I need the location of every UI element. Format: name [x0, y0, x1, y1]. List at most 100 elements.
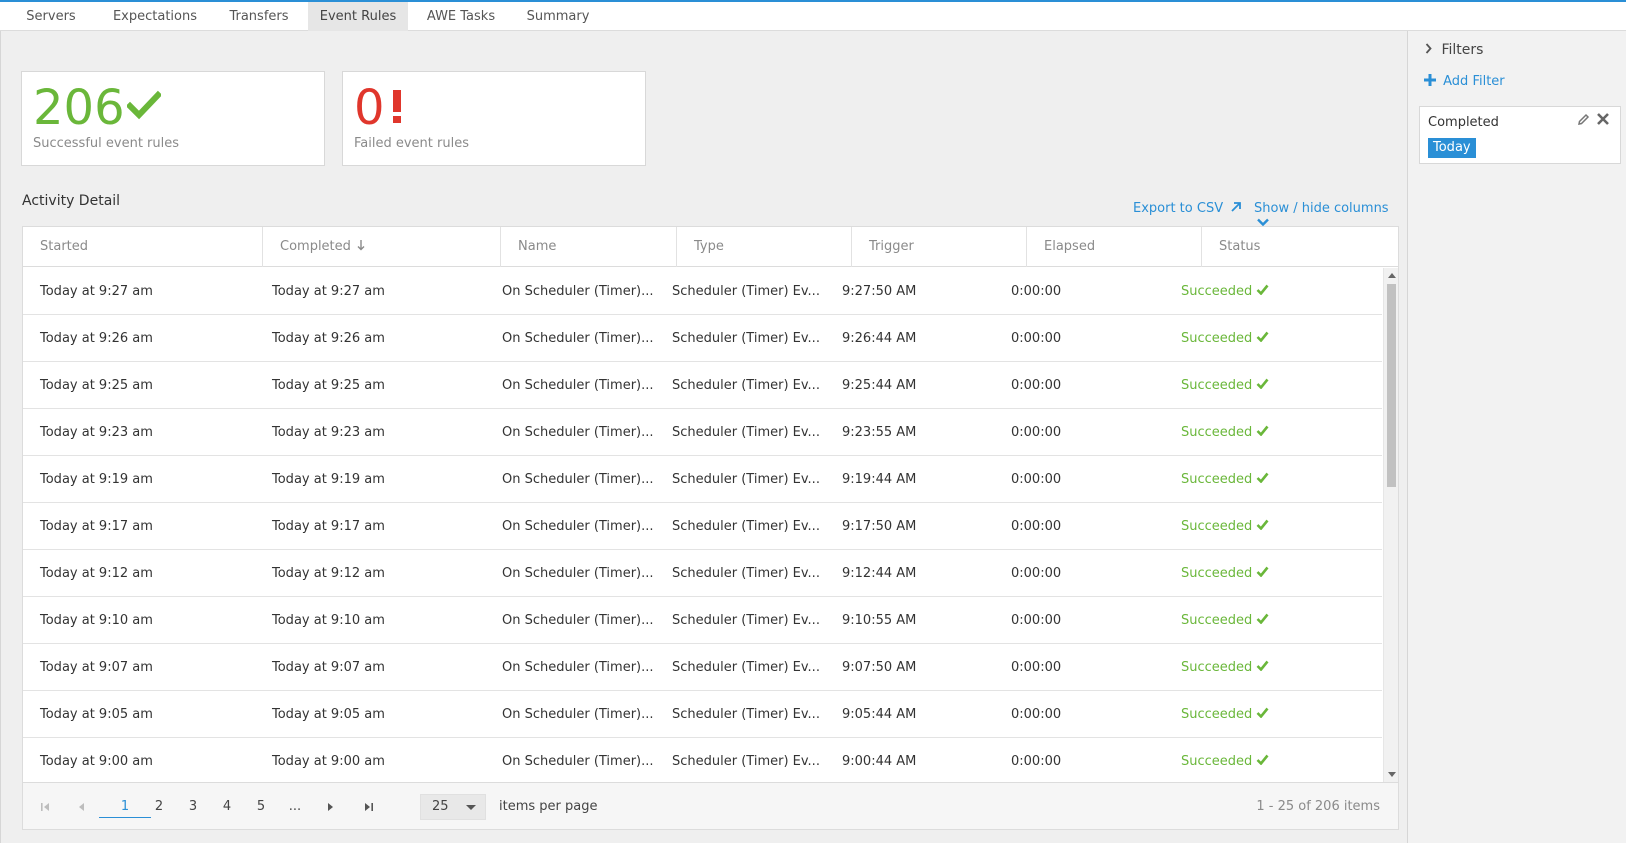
- check-icon: [1256, 378, 1269, 389]
- cell-name: On Scheduler (Timer)...: [502, 613, 654, 628]
- edit-filter-pencil-icon[interactable]: [1577, 113, 1590, 126]
- tab-summary[interactable]: Summary: [518, 2, 598, 31]
- tab-bar: Servers Expectations Transfers Event Rul…: [0, 2, 1626, 31]
- first-page-icon: [41, 803, 49, 811]
- show-hide-columns-label: Show / hide columns: [1254, 201, 1389, 216]
- table-row[interactable]: Today at 9:07 am Today at 9:07 am On Sched…: [23, 644, 1382, 691]
- status-label: Succeeded: [1181, 566, 1253, 581]
- column-header-elapsed[interactable]: Elapsed: [1026, 227, 1201, 267]
- table-row[interactable]: Today at 9:10 am Today at 9:10 am On Sched…: [23, 597, 1382, 644]
- cell-type: Scheduler (Timer) Ev...: [672, 613, 820, 628]
- cell-type: Scheduler (Timer) Ev...: [672, 566, 820, 581]
- cell-started: Today at 9:05 am: [40, 707, 153, 722]
- status-label: Succeeded: [1181, 284, 1253, 299]
- scroll-thumb[interactable]: [1387, 284, 1396, 487]
- next-page-icon: [328, 803, 333, 811]
- cell-elapsed: 0:00:00: [1011, 660, 1062, 675]
- check-icon: [1256, 613, 1269, 624]
- cell-elapsed: 0:00:00: [1011, 754, 1062, 769]
- tab-servers[interactable]: Servers: [14, 2, 88, 31]
- previous-page-button[interactable]: [69, 783, 93, 830]
- table-row[interactable]: Today at 9:00 am Today at 9:00 am On Sched…: [23, 738, 1382, 782]
- cell-completed: Today at 9:19 am: [272, 472, 385, 487]
- column-header-type[interactable]: Type: [676, 227, 851, 267]
- page-size-select[interactable]: 25: [420, 794, 486, 820]
- cell-type: Scheduler (Timer) Ev...: [672, 660, 820, 675]
- page-3-button[interactable]: 3: [181, 783, 205, 830]
- chevron-right-icon: [1425, 43, 1432, 54]
- cell-started: Today at 9:17 am: [40, 519, 153, 534]
- filters-toggle[interactable]: Filters: [1425, 42, 1483, 58]
- scroll-down-arrow-icon[interactable]: [1388, 772, 1396, 777]
- column-header-status[interactable]: Status: [1201, 227, 1398, 267]
- remove-filter-close-icon[interactable]: [1596, 112, 1610, 126]
- page-1-button[interactable]: 1: [99, 783, 151, 830]
- table-row[interactable]: Today at 9:23 am Today at 9:23 am On Sched…: [23, 409, 1382, 456]
- tab-awe-tasks[interactable]: AWE Tasks: [418, 2, 504, 31]
- cell-status: Succeeded: [1181, 550, 1269, 597]
- column-header-trigger[interactable]: Trigger: [851, 227, 1026, 267]
- column-header-started[interactable]: Started: [23, 227, 262, 267]
- table-row[interactable]: Today at 9:26 am Today at 9:26 am On Sched…: [23, 315, 1382, 362]
- page-4-button[interactable]: 4: [215, 783, 239, 830]
- cell-trigger: 9:19:44 AM: [842, 472, 917, 487]
- table-row[interactable]: Today at 9:12 am Today at 9:12 am On Sched…: [23, 550, 1382, 597]
- more-pages-button[interactable]: ...: [283, 783, 307, 830]
- status-label: Succeeded: [1181, 331, 1253, 346]
- cell-type: Scheduler (Timer) Ev...: [672, 284, 820, 299]
- cell-status: Succeeded: [1181, 268, 1269, 315]
- tab-transfers[interactable]: Transfers: [220, 2, 298, 31]
- check-icon: [1256, 754, 1269, 765]
- pagination-info: 1 - 25 of 206 items: [1256, 799, 1380, 814]
- first-page-button[interactable]: [33, 783, 57, 830]
- cell-elapsed: 0:00:00: [1011, 519, 1062, 534]
- add-filter-button[interactable]: Add Filter: [1424, 74, 1505, 89]
- check-icon: [1256, 425, 1269, 436]
- tab-expectations[interactable]: Expectations: [104, 2, 206, 31]
- status-label: Succeeded: [1181, 660, 1253, 675]
- column-header-name[interactable]: Name: [500, 227, 676, 267]
- table-row[interactable]: Today at 9:27 am Today at 9:27 am On Sched…: [23, 268, 1382, 315]
- cell-started: Today at 9:26 am: [40, 331, 153, 346]
- scroll-up-arrow-icon[interactable]: [1388, 273, 1396, 278]
- table-row[interactable]: Today at 9:17 am Today at 9:17 am On Sched…: [23, 503, 1382, 550]
- caret-down-icon: [466, 805, 476, 810]
- tab-event-rules[interactable]: Event Rules: [308, 2, 408, 31]
- cell-trigger: 9:27:50 AM: [842, 284, 917, 299]
- cell-started: Today at 9:12 am: [40, 566, 153, 581]
- table-row[interactable]: Today at 9:19 am Today at 9:19 am On Sched…: [23, 456, 1382, 503]
- cell-trigger: 9:17:50 AM: [842, 519, 917, 534]
- cell-trigger: 9:25:44 AM: [842, 378, 917, 393]
- exclamation-icon: [391, 90, 403, 124]
- cell-elapsed: 0:00:00: [1011, 566, 1062, 581]
- next-page-button[interactable]: [319, 783, 343, 830]
- table-row[interactable]: Today at 9:25 am Today at 9:25 am On Sched…: [23, 362, 1382, 409]
- cell-started: Today at 9:00 am: [40, 754, 153, 769]
- cell-status: Succeeded: [1181, 456, 1269, 503]
- check-icon: [1256, 660, 1269, 671]
- main-content: 206 Successful event rules 0 Failed even…: [0, 31, 1406, 843]
- page-5-button[interactable]: 5: [249, 783, 273, 830]
- status-label: Succeeded: [1181, 472, 1253, 487]
- page-size-value: 25: [432, 799, 449, 814]
- check-icon: [1256, 707, 1269, 718]
- check-icon: [1256, 331, 1269, 342]
- last-page-button[interactable]: [357, 783, 381, 830]
- external-arrow-icon: [1231, 202, 1242, 212]
- status-label: Succeeded: [1181, 754, 1253, 769]
- cell-elapsed: 0:00:00: [1011, 707, 1062, 722]
- filter-panel: Filters Add Filter Completed Today: [1407, 31, 1626, 843]
- cell-completed: Today at 9:17 am: [272, 519, 385, 534]
- export-csv-link[interactable]: Export to CSV: [1133, 201, 1242, 216]
- cell-status: Succeeded: [1181, 644, 1269, 691]
- table-scrollbar[interactable]: [1383, 268, 1398, 782]
- filter-chip-completed: Completed Today: [1419, 106, 1621, 164]
- cell-type: Scheduler (Timer) Ev...: [672, 707, 820, 722]
- cell-elapsed: 0:00:00: [1011, 378, 1062, 393]
- items-per-page-label: items per page: [499, 799, 598, 814]
- page-2-button[interactable]: 2: [147, 783, 171, 830]
- column-header-completed[interactable]: Completed: [262, 227, 500, 267]
- add-filter-label: Add Filter: [1443, 74, 1505, 89]
- table-row[interactable]: Today at 9:05 am Today at 9:05 am On Sched…: [23, 691, 1382, 738]
- cell-completed: Today at 9:23 am: [272, 425, 385, 440]
